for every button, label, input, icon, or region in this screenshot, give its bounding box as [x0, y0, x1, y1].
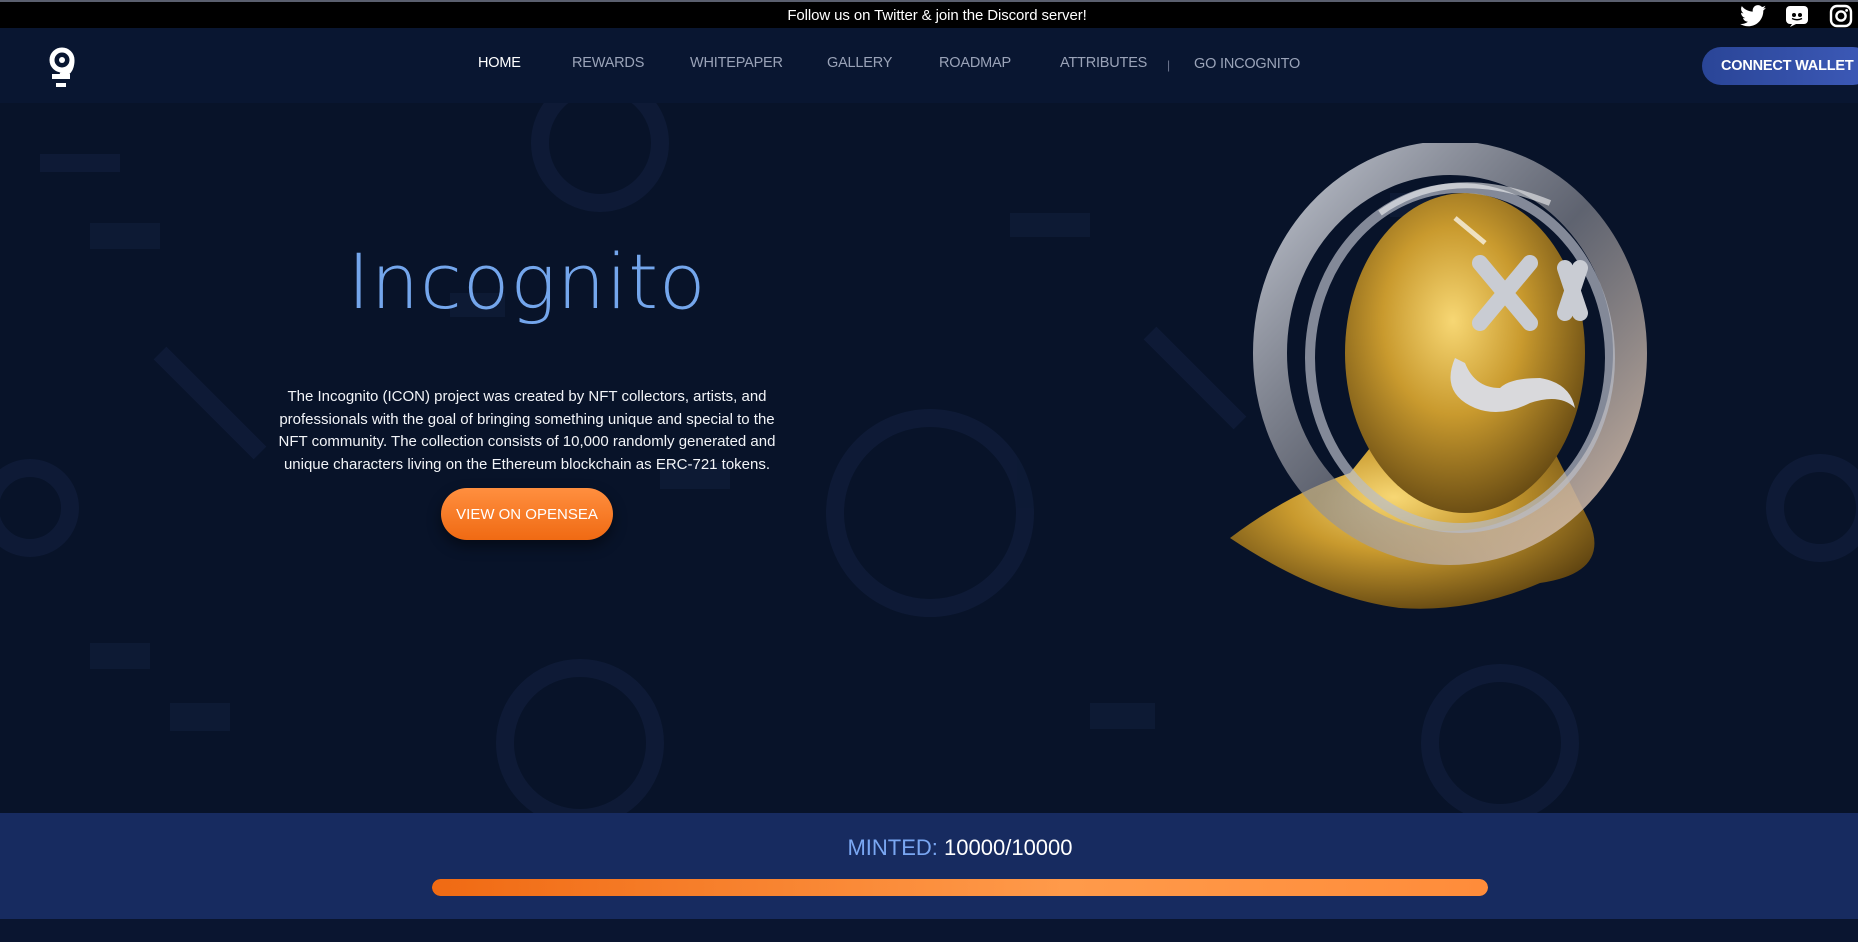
minted-label: MINTED: — [847, 835, 938, 860]
minted-value: 10000/10000 — [944, 835, 1073, 860]
astronaut-helmet-image — [1230, 143, 1647, 609]
announcement-text: Follow us on Twitter & join the Discord … — [787, 7, 1087, 24]
discord-icon[interactable] — [1780, 4, 1814, 28]
minted-counter: MINTED: 10000/10000 — [0, 835, 1858, 861]
project-description: The Incognito (ICON) project was created… — [278, 388, 776, 473]
announcement-bar: Follow us on Twitter & join the Discord … — [0, 0, 1858, 28]
nav-item-rewards[interactable]: REWARDS — [572, 55, 644, 71]
nav-item-whitepaper[interactable]: WHITEPAPER — [690, 55, 783, 71]
nav-item-roadmap[interactable]: ROADMAP — [939, 55, 1011, 71]
nav-item-attributes[interactable]: ATTRIBUTES — [1060, 55, 1147, 71]
nav-item-home[interactable]: HOME — [478, 55, 521, 71]
twitter-icon[interactable] — [1736, 4, 1770, 28]
connect-wallet-button[interactable]: CONNECT WALLET — [1702, 47, 1858, 85]
mint-progress-fill — [432, 879, 1488, 896]
main-navigation: HOME REWARDS WHITEPAPER GALLERY ROADMAP … — [0, 28, 1858, 103]
hero-section: Incognito The Incognito (ICON) project w… — [0, 103, 1858, 813]
instagram-icon[interactable] — [1824, 4, 1858, 28]
brand-wordmark: Incognito — [347, 237, 707, 326]
nav-item-go-incognito[interactable]: GO INCOGNITO — [1194, 56, 1300, 72]
next-section-edge — [0, 919, 1858, 942]
social-links — [1736, 4, 1858, 28]
view-on-opensea-button[interactable]: VIEW ON OPENSEA — [441, 488, 613, 540]
nav-item-gallery[interactable]: GALLERY — [827, 55, 892, 71]
nav-separator: | — [1167, 58, 1171, 72]
minted-section: MINTED: 10000/10000 — [0, 813, 1858, 919]
nav-menu: HOME REWARDS WHITEPAPER GALLERY ROADMAP … — [0, 55, 1858, 75]
mint-progress-bar — [432, 879, 1488, 896]
